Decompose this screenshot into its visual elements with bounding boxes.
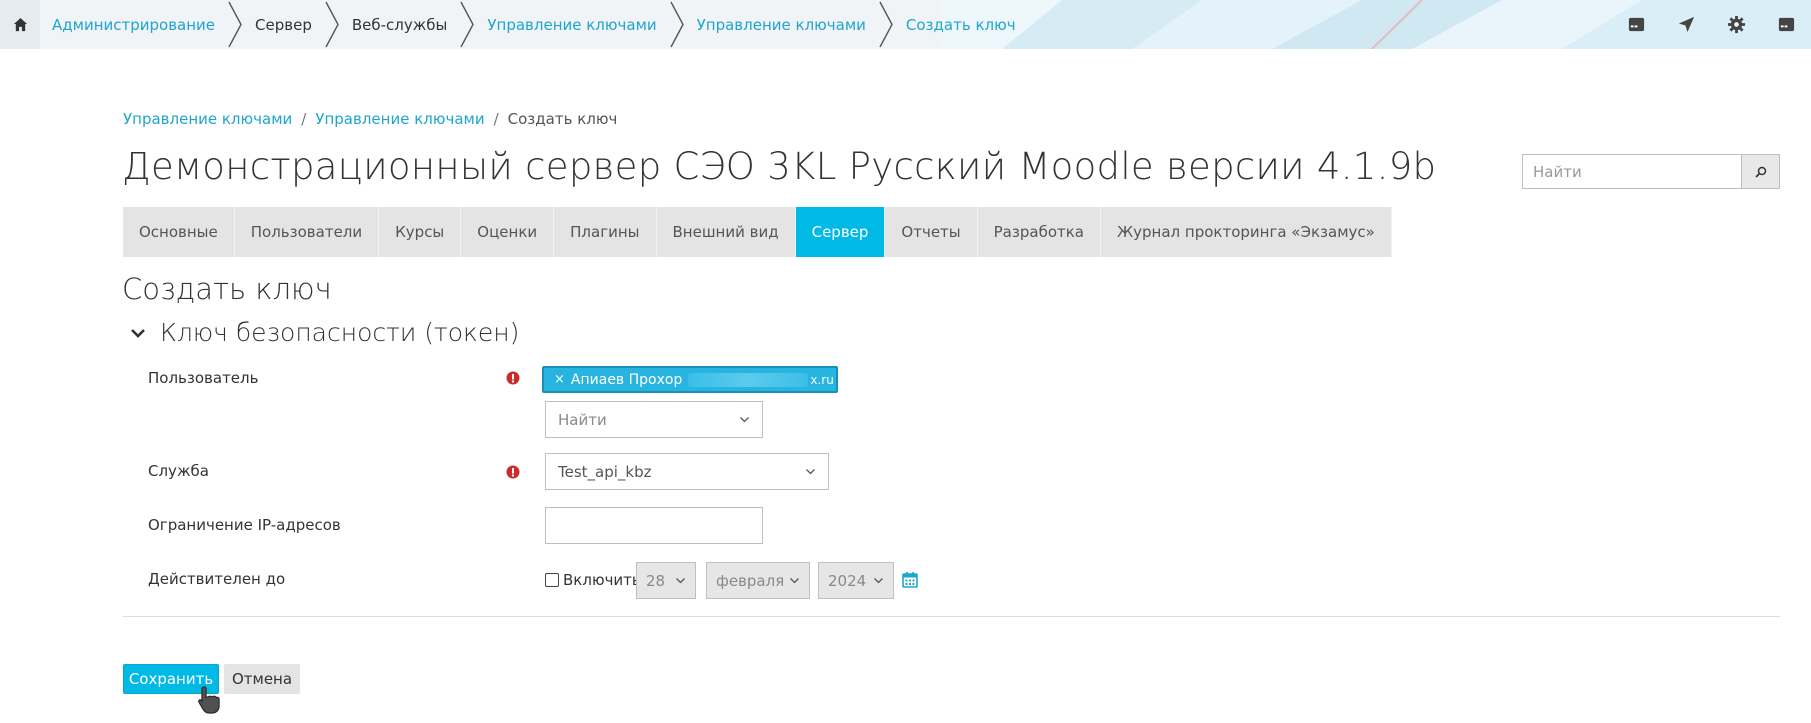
user-search-placeholder: Найти bbox=[558, 410, 607, 429]
chevron-down-icon bbox=[676, 578, 685, 584]
selected-user-tag[interactable]: × Апиаев Прохор x.ru bbox=[542, 366, 838, 393]
notes-icon bbox=[1628, 17, 1644, 32]
form-divider bbox=[123, 616, 1780, 617]
page-heading: Создать ключ bbox=[122, 272, 332, 306]
navbar-crumb-manage-keys-2[interactable]: Управление ключами bbox=[685, 0, 878, 49]
service-label: Служба bbox=[148, 462, 209, 480]
year-value: 2024 bbox=[828, 571, 867, 590]
tab-development[interactable]: Разработка bbox=[978, 207, 1101, 257]
required-icon bbox=[506, 371, 520, 385]
chevron-right-icon bbox=[228, 1, 242, 48]
navbar-crumb-admin[interactable]: Администрирование bbox=[40, 0, 227, 49]
site-search bbox=[1522, 154, 1780, 189]
redacted-email bbox=[688, 372, 809, 387]
breadcrumb-separator: / bbox=[493, 110, 499, 128]
search-icon bbox=[1754, 166, 1766, 178]
selected-user-domain: x.ru bbox=[810, 372, 834, 387]
crumb-label[interactable]: Управление ключами bbox=[475, 16, 668, 34]
tab-users[interactable]: Пользователи bbox=[235, 207, 380, 257]
tab-plugins[interactable]: Плагины bbox=[554, 207, 657, 257]
gear-icon bbox=[1727, 15, 1745, 34]
chevron-down-icon bbox=[131, 328, 145, 338]
required-icon bbox=[506, 465, 520, 479]
chevron-down-icon bbox=[790, 578, 799, 584]
chevron-right-icon bbox=[879, 1, 893, 48]
chevron-down-icon bbox=[806, 469, 815, 475]
drive-button[interactable] bbox=[1761, 0, 1811, 49]
chevron-right-icon bbox=[670, 1, 684, 48]
search-button[interactable] bbox=[1741, 154, 1780, 189]
day-select[interactable]: 28 bbox=[636, 562, 696, 599]
crumb-label: Сервер bbox=[255, 15, 312, 34]
home-icon bbox=[13, 17, 27, 32]
chevron-right-icon bbox=[460, 1, 475, 48]
tab-server[interactable]: Сервер bbox=[795, 207, 886, 257]
selected-user-name: Апиаев Прохор bbox=[570, 371, 683, 388]
breadcrumb-manage-keys-2[interactable]: Управление ключами bbox=[315, 110, 484, 128]
valid-until-label: Действителен до bbox=[148, 570, 286, 588]
enable-label: Включить bbox=[563, 571, 641, 589]
top-navbar: Администрирование Сервер Веб-службы Упра… bbox=[0, 0, 1811, 49]
navbar-crumb-server[interactable]: Сервер bbox=[243, 0, 324, 49]
ip-restriction-input[interactable] bbox=[545, 507, 763, 544]
crumb-label[interactable]: Администрирование bbox=[40, 16, 227, 34]
chevron-down-icon bbox=[874, 578, 883, 584]
notes-button[interactable] bbox=[1611, 0, 1661, 49]
navbar-crumb-webservices[interactable]: Веб-службы bbox=[340, 0, 460, 49]
navbar-actions bbox=[1611, 0, 1811, 49]
tab-general[interactable]: Основные bbox=[123, 207, 235, 257]
user-label: Пользователь bbox=[148, 369, 259, 387]
service-select[interactable]: Test_api_kbz bbox=[545, 453, 829, 490]
admin-tabs: Основные Пользователи Курсы Оценки Плаги… bbox=[123, 207, 1392, 257]
tab-reports[interactable]: Отчеты bbox=[885, 207, 978, 257]
calendar-icon[interactable] bbox=[902, 571, 918, 588]
remove-user-icon[interactable]: × bbox=[554, 372, 565, 387]
search-input[interactable] bbox=[1522, 154, 1741, 189]
home-button[interactable] bbox=[0, 0, 40, 49]
crumb-label: Веб-службы bbox=[351, 15, 448, 34]
breadcrumb-current: Создать ключ bbox=[507, 110, 618, 128]
send-button[interactable] bbox=[1661, 0, 1711, 49]
ip-label: Ограничение IP-адресов bbox=[148, 516, 341, 534]
chevron-right-icon bbox=[325, 1, 339, 48]
crumb-label[interactable]: Создать ключ bbox=[894, 16, 1028, 34]
navbar-crumb-create-key[interactable]: Создать ключ bbox=[894, 0, 1028, 49]
tab-grades[interactable]: Оценки bbox=[461, 207, 555, 257]
settings-button[interactable] bbox=[1711, 0, 1761, 49]
breadcrumb-separator: / bbox=[301, 110, 307, 128]
cancel-button[interactable]: Отмена bbox=[224, 664, 300, 694]
chevron-down-icon bbox=[740, 417, 749, 423]
hand-cursor-icon bbox=[198, 686, 220, 714]
crumb-label[interactable]: Управление ключами bbox=[685, 16, 878, 34]
tab-appearance[interactable]: Внешний вид bbox=[657, 207, 796, 257]
drive-icon bbox=[1778, 17, 1794, 32]
navbar-crumb-manage-keys-1[interactable]: Управление ключами bbox=[475, 0, 668, 49]
user-search-select[interactable]: Найти bbox=[545, 401, 763, 438]
send-icon bbox=[1678, 16, 1694, 33]
month-value: февраля bbox=[716, 571, 785, 590]
navbar-breadcrumb: Администрирование Сервер Веб-службы Упра… bbox=[40, 0, 1028, 49]
enable-checkbox-wrap[interactable]: Включить bbox=[545, 571, 641, 589]
service-value: Test_api_kbz bbox=[558, 462, 652, 481]
site-title: Демонстрационный сервер СЭО 3KL Русский … bbox=[122, 145, 1437, 188]
tab-courses[interactable]: Курсы bbox=[379, 207, 462, 257]
month-select[interactable]: февраля bbox=[706, 562, 810, 599]
day-value: 28 bbox=[646, 571, 666, 590]
tab-proctoring-log[interactable]: Журнал прокторинга «Экзамус» bbox=[1101, 207, 1392, 257]
page-breadcrumb: Управление ключами / Управление ключами … bbox=[123, 110, 617, 128]
breadcrumb-manage-keys-1[interactable]: Управление ключами bbox=[123, 110, 292, 128]
year-select[interactable]: 2024 bbox=[818, 562, 894, 599]
enable-checkbox[interactable] bbox=[545, 573, 559, 587]
section-toggle[interactable]: Ключ безопасности (токен) bbox=[130, 318, 519, 347]
section-title: Ключ безопасности (токен) bbox=[160, 318, 520, 347]
